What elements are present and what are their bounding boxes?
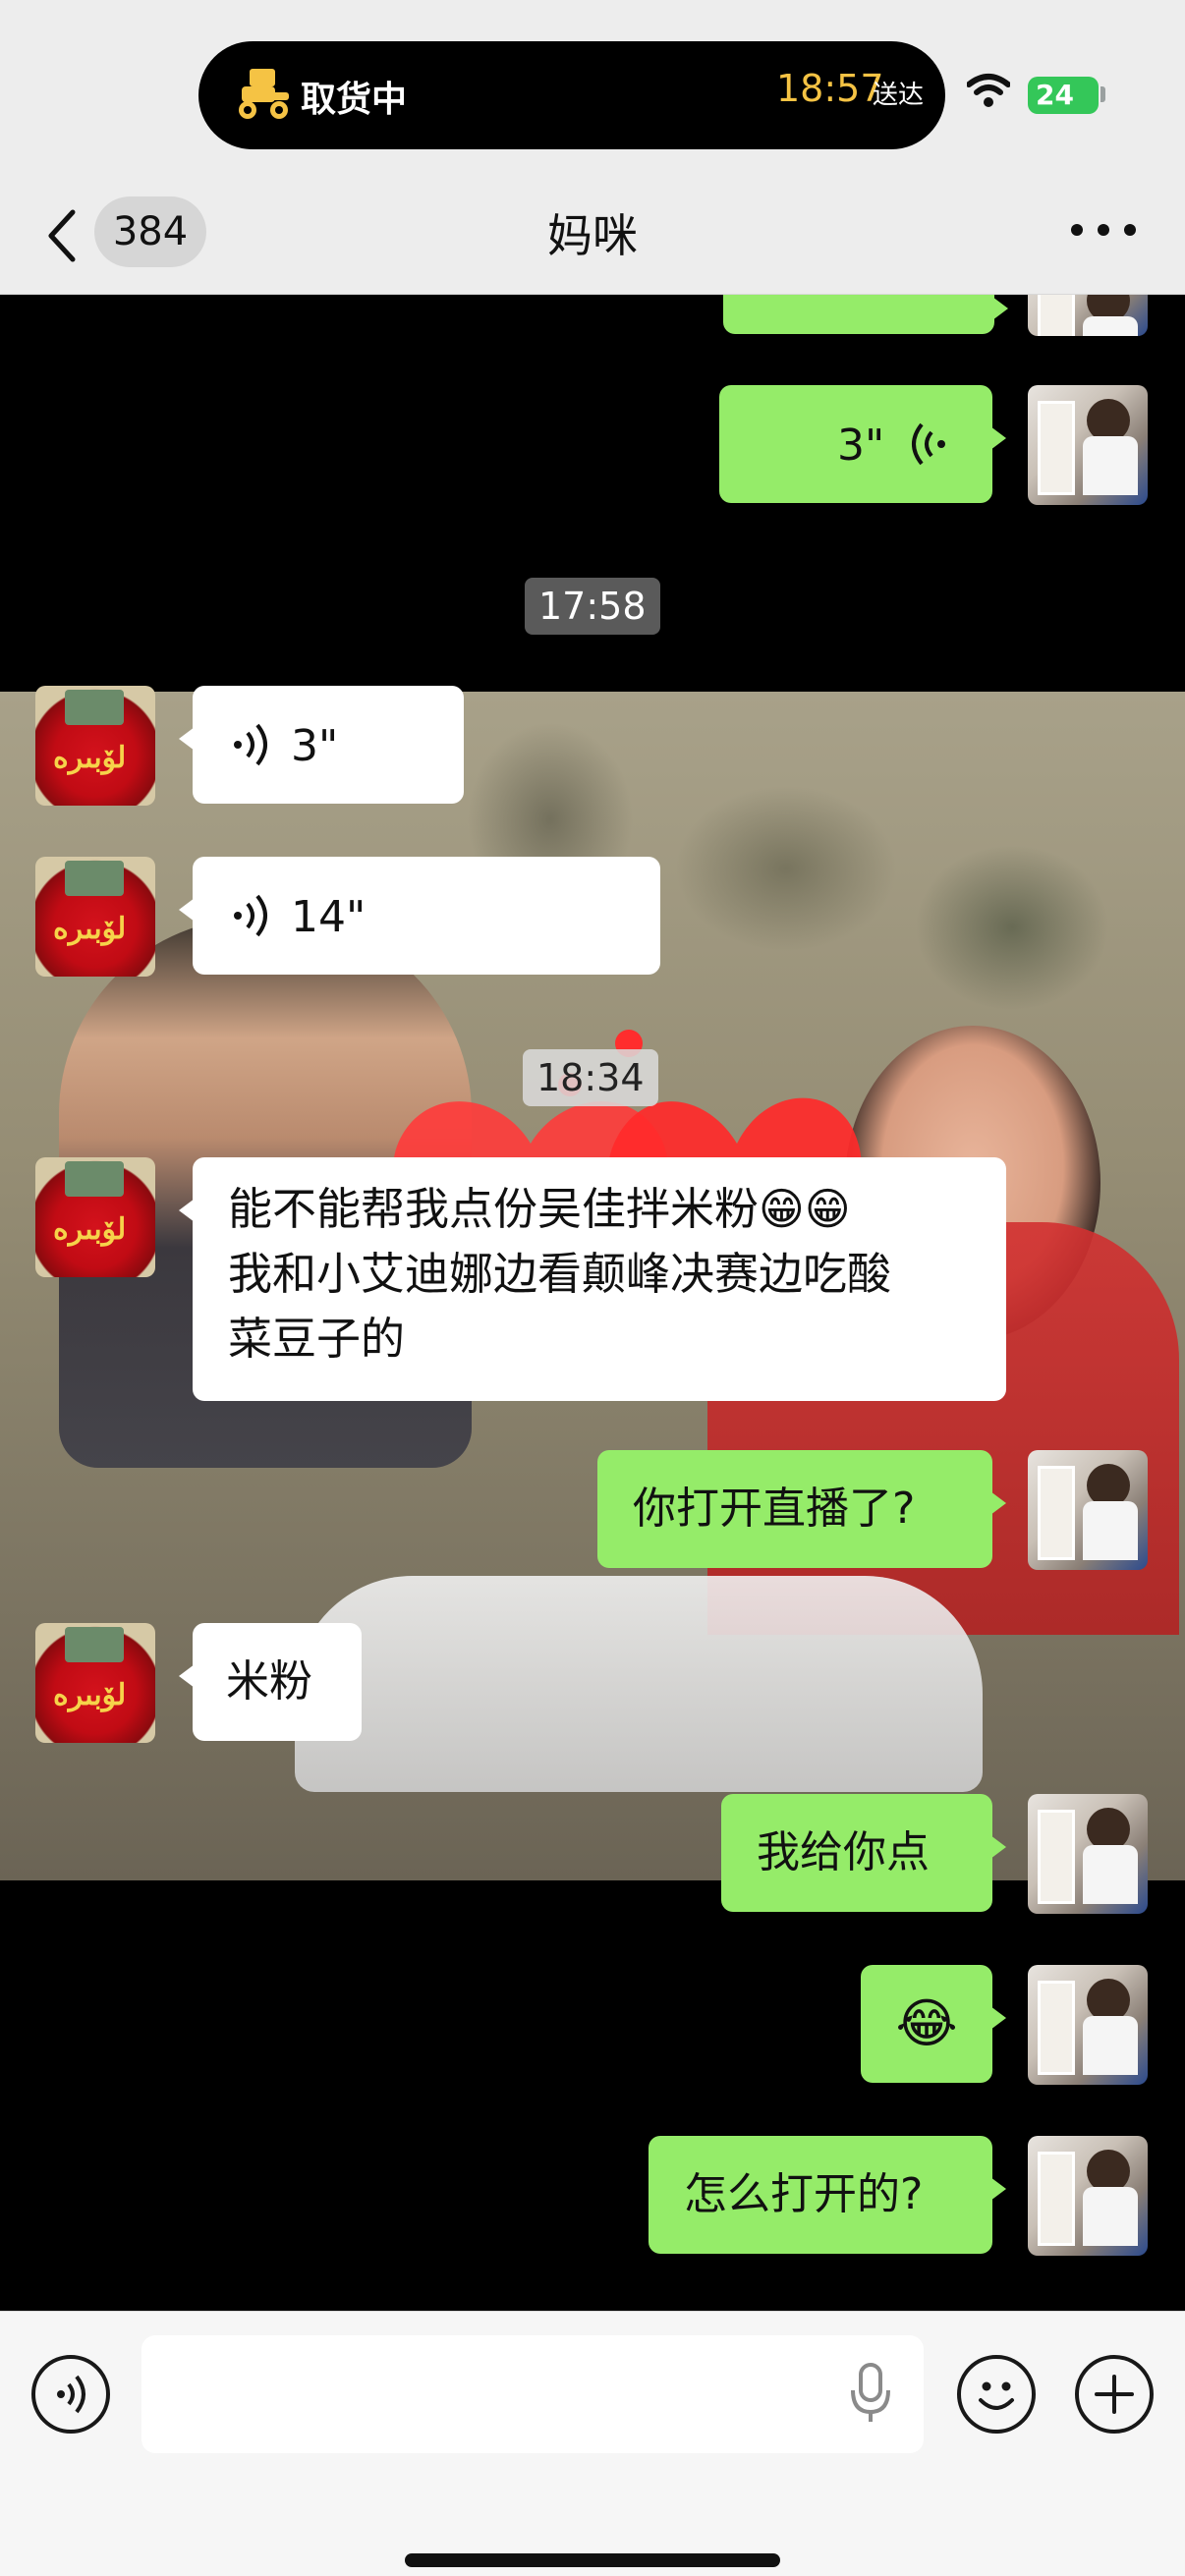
text-message-bubble[interactable]: 米粉	[179, 1623, 362, 1741]
message-line: 我和小艾迪娜边看颠峰决赛边吃酸	[228, 1248, 892, 1300]
message-bubble-partial[interactable]	[723, 295, 1008, 334]
my-avatar[interactable]	[1028, 1794, 1148, 1914]
chat-area[interactable]: 3" 17:58 لۆبىرە 3" لۆبىرە 14" 18:34 لۆبى…	[0, 295, 1185, 2311]
voice-message-bubble[interactable]: 3"	[719, 385, 1006, 503]
message-line: 能不能帮我点份吴佳拌米粉😁😁	[228, 1183, 851, 1235]
my-avatar[interactable]	[1028, 1450, 1148, 1570]
message-text: 米粉	[226, 1656, 312, 1707]
voice-message-bubble[interactable]: 14"	[179, 857, 660, 975]
message-text: 你打开直播了?	[633, 1484, 916, 1534]
voice-duration: 14"	[291, 892, 367, 942]
timestamp: 17:58	[525, 578, 660, 635]
voice-wave-icon	[234, 894, 267, 937]
text-message-bubble[interactable]: 怎么打开的?	[649, 2136, 1006, 2254]
plus-icon[interactable]	[1075, 2355, 1154, 2434]
wifi-icon	[967, 74, 1010, 107]
my-avatar[interactable]	[1028, 295, 1148, 336]
mom-avatar[interactable]: لۆبىرە	[35, 1623, 155, 1743]
text-message-bubble[interactable]: 你打开直播了?	[597, 1450, 1006, 1568]
eta-time: 18:57	[776, 67, 884, 110]
delivery-status-label: 取货中	[301, 80, 408, 120]
battery-indicator: 24	[1028, 77, 1099, 114]
message-emoji: 😂	[895, 1992, 958, 2054]
my-avatar[interactable]	[1028, 385, 1148, 505]
voice-wave-icon	[234, 723, 267, 766]
timestamp: 18:34	[523, 1049, 658, 1106]
chevron-left-icon[interactable]	[43, 206, 83, 265]
voice-wave-icon	[912, 422, 945, 466]
voice-icon[interactable]	[31, 2355, 110, 2434]
my-avatar[interactable]	[1028, 1965, 1148, 2085]
unread-count-badge[interactable]: 384	[94, 196, 206, 267]
chat-header: 384 妈咪	[0, 177, 1185, 295]
more-dots-icon[interactable]	[1071, 224, 1136, 244]
mom-avatar[interactable]: لۆبىرە	[35, 857, 155, 977]
photo-white-cloth	[295, 1576, 983, 1792]
status-bar: 取货中 18:57 送达 24	[0, 0, 1185, 177]
input-bar	[0, 2311, 1185, 2576]
my-avatar[interactable]	[1028, 2136, 1148, 2256]
message-input[interactable]	[141, 2335, 924, 2453]
mom-avatar[interactable]: لۆبىرە	[35, 1157, 155, 1277]
text-message-bubble[interactable]: 我给你点	[721, 1794, 1006, 1912]
chat-title: 妈咪	[547, 209, 638, 262]
mom-avatar[interactable]: لۆبىرە	[35, 686, 155, 806]
home-indicator	[405, 2553, 780, 2567]
voice-message-bubble[interactable]: 3"	[179, 686, 464, 804]
eta-suffix: 送达	[873, 81, 925, 110]
voice-duration: 3"	[291, 721, 339, 771]
smiley-icon[interactable]	[957, 2355, 1036, 2434]
message-text: 我给你点	[757, 1827, 930, 1877]
delivery-scooter-icon	[239, 69, 289, 119]
emoji-message-bubble[interactable]: 😂	[861, 1965, 1006, 2083]
message-line: 菜豆子的	[228, 1313, 406, 1365]
text-message-bubble[interactable]: 能不能帮我点份吴佳拌米粉😁😁 我和小艾迪娜边看颠峰决赛边吃酸 菜豆子的	[179, 1157, 1006, 1401]
dynamic-island[interactable]: 取货中 18:57 送达	[198, 41, 945, 149]
mic-icon[interactable]	[847, 2361, 894, 2426]
battery-tip	[1100, 86, 1105, 102]
voice-duration: 3"	[837, 420, 885, 471]
message-text: 怎么打开的?	[684, 2169, 924, 2219]
